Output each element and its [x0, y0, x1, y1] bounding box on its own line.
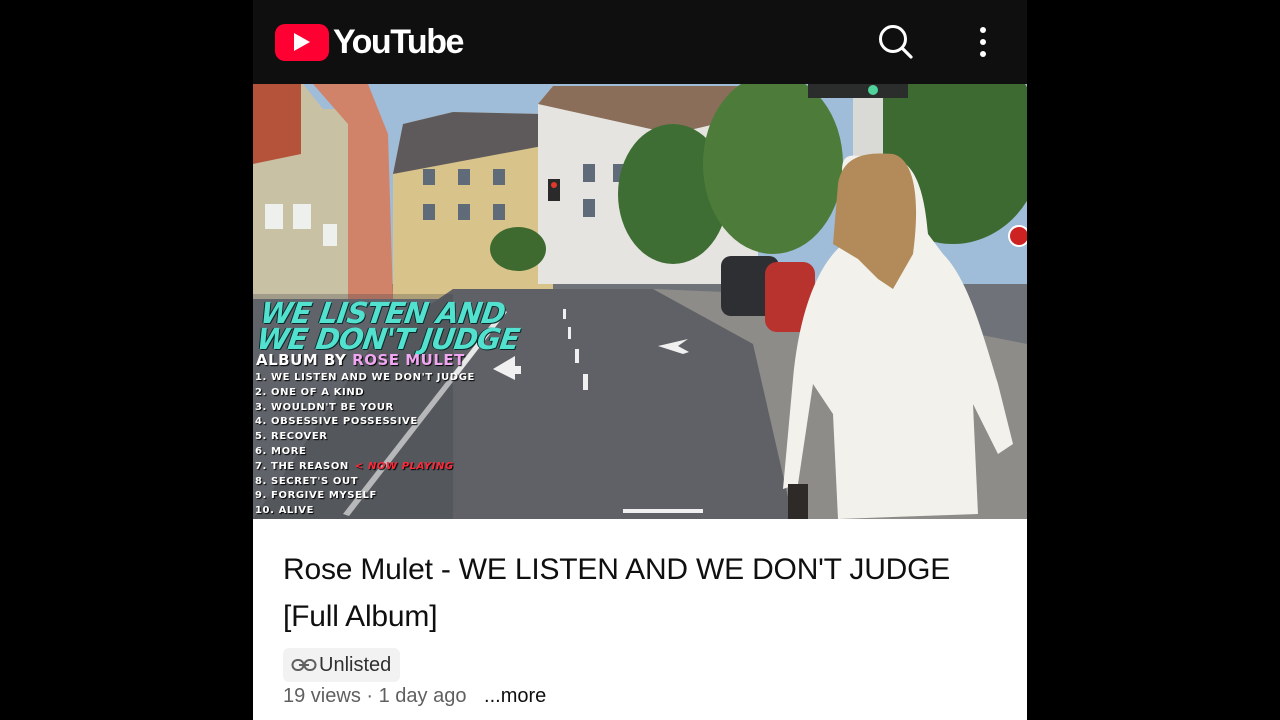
- view-count: 19 views: [283, 685, 361, 707]
- track-title: 3. WOULDN'T BE YOUR: [255, 401, 394, 413]
- track-item: 1. WE LISTEN AND WE DON'T JUDGE: [255, 371, 475, 386]
- album-credit-prefix: ALBUM BY: [256, 351, 347, 369]
- track-title: 8. SECRET'S OUT: [255, 475, 359, 487]
- more-vertical-icon: [980, 27, 986, 57]
- track-item: 3. WOULDN'T BE YOUR: [255, 401, 475, 416]
- track-item: 9. FORGIVE MYSELF: [255, 489, 475, 504]
- track-title: 6. MORE: [255, 445, 307, 457]
- logo-text: YouTube: [333, 22, 464, 61]
- track-item: 5. RECOVER: [255, 430, 475, 445]
- top-app-bar: YouTube: [253, 0, 1027, 84]
- track-item: 6. MORE: [255, 445, 475, 460]
- youtube-logo[interactable]: YouTube: [275, 22, 464, 62]
- album-cover-title-line-2: WE DON'T JUDGE: [254, 322, 522, 356]
- video-stats: 19 views · 1 day ago ...more: [283, 685, 546, 708]
- search-icon: [879, 25, 913, 59]
- track-list: 1. WE LISTEN AND WE DON'T JUDGE 2. ONE OF…: [255, 371, 475, 519]
- album-credit: ALBUM BY ROSE MULET: [256, 351, 465, 369]
- track-item: 7. THE REASON < NOW PLAYING: [255, 460, 475, 475]
- video-player[interactable]: WE LISTEN AND WE DON'T JUDGE ALBUM BY RO…: [253, 84, 1027, 519]
- track-title: 9. FORGIVE MYSELF: [255, 490, 377, 502]
- album-cover-title: WE LISTEN AND WE DON'T JUDGE: [254, 296, 524, 356]
- search-button[interactable]: [874, 20, 918, 64]
- video-details: Rose Mulet - WE LISTEN AND WE DON'T JUDG…: [283, 546, 1003, 707]
- track-title: 7. THE REASON: [255, 460, 349, 472]
- album-artist: ROSE MULET: [352, 351, 465, 369]
- upload-date: 1 day ago: [378, 685, 467, 707]
- more-description-link[interactable]: ...more: [484, 685, 546, 707]
- link-icon: [291, 659, 317, 671]
- visibility-badge: Unlisted: [283, 648, 401, 682]
- track-title: 5. RECOVER: [255, 431, 328, 443]
- track-title: 1. WE LISTEN AND WE DON'T JUDGE: [255, 372, 475, 383]
- track-item: 10. ALIVE: [255, 504, 475, 519]
- track-item: 8. SECRET'S OUT: [255, 475, 475, 490]
- track-title: 4. OBSESSIVE POSSESSIVE: [255, 416, 418, 428]
- track-item: 4. OBSESSIVE POSSESSIVE: [255, 415, 475, 430]
- now-playing-label: < NOW PLAYING: [354, 460, 454, 472]
- play-icon: [275, 23, 329, 61]
- mobile-page: YouTube WE LISTEN AND WE DON'T JUDGE ALB…: [253, 0, 1027, 720]
- track-title: 10. ALIVE: [255, 505, 314, 517]
- track-title: 2. ONE OF A KIND: [255, 386, 365, 398]
- visibility-label: Unlisted: [319, 653, 392, 676]
- video-title[interactable]: Rose Mulet - WE LISTEN AND WE DON'T JUDG…: [283, 546, 1003, 640]
- stats-separator: ·: [366, 685, 374, 707]
- more-options-button[interactable]: [961, 20, 1005, 64]
- track-item: 2. ONE OF A KIND: [255, 386, 475, 401]
